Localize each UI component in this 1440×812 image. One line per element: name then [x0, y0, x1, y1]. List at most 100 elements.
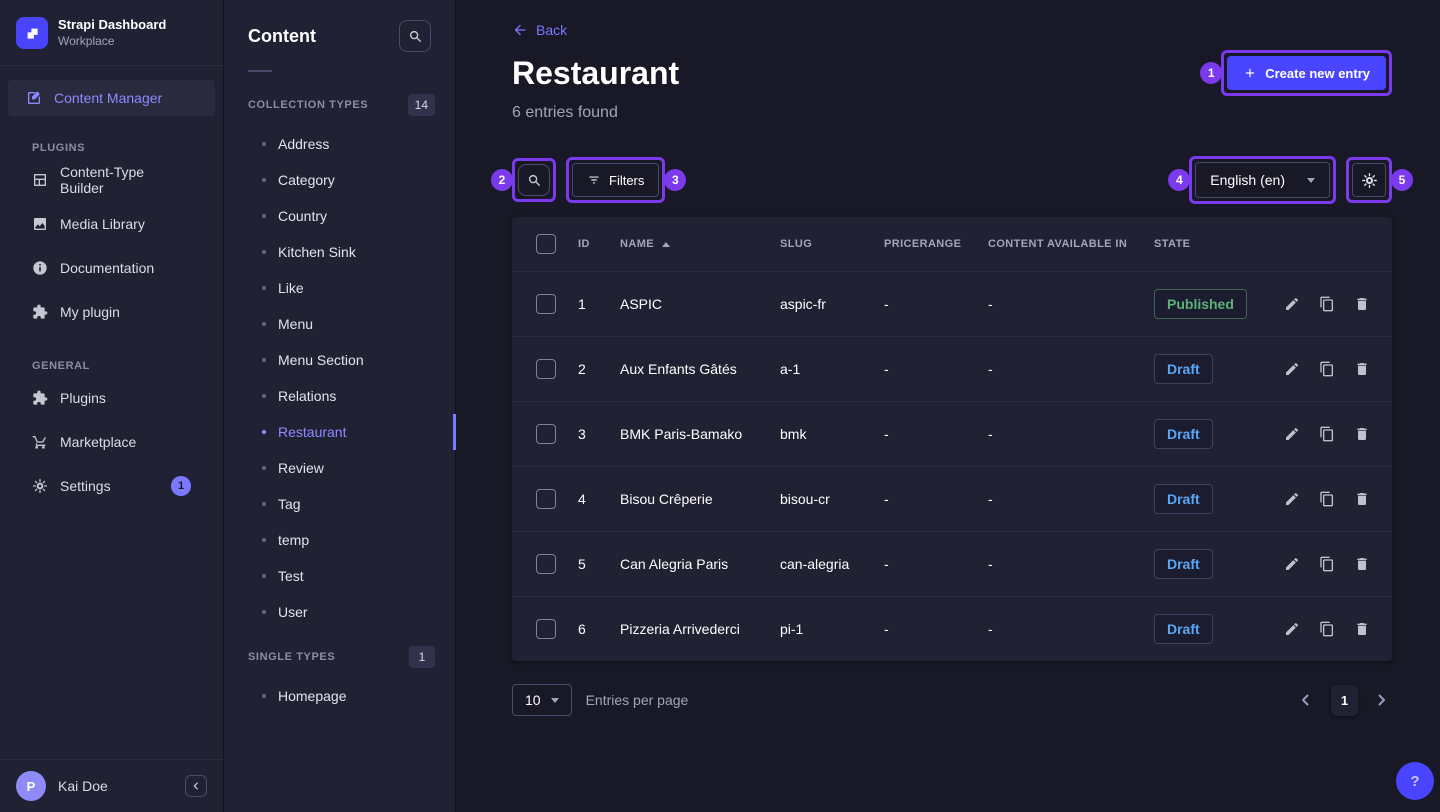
sidebar-item-my-plugin[interactable]: My plugin	[0, 290, 223, 334]
edit-button[interactable]	[1284, 361, 1300, 377]
column-header-slug[interactable]: SLUG	[780, 238, 884, 250]
bullet-icon	[262, 538, 266, 542]
single-types-header: SINGLE TYPES 1	[224, 646, 455, 668]
row-checkbox[interactable]	[536, 554, 556, 574]
subnav-item-like[interactable]: Like	[224, 270, 455, 306]
row-select-cell	[512, 489, 578, 509]
subnav-item-address[interactable]: Address	[224, 126, 455, 162]
duplicate-button[interactable]	[1319, 426, 1335, 442]
row-checkbox[interactable]	[536, 359, 556, 379]
subnav-item-relations[interactable]: Relations	[224, 378, 455, 414]
pencil-icon	[1284, 621, 1300, 637]
subnav-item-country[interactable]: Country	[224, 198, 455, 234]
collapse-sidebar-button[interactable]	[185, 775, 207, 797]
edit-button[interactable]	[1284, 556, 1300, 572]
row-name: BMK Paris-Bamako	[620, 426, 780, 442]
row-select-cell	[512, 359, 578, 379]
duplicate-button[interactable]	[1319, 361, 1335, 377]
table-row: 4Bisou Crêperiebisou-cr--Draft	[512, 466, 1392, 531]
sidebar-item-plugins[interactable]: Plugins	[0, 376, 223, 420]
subnav-item-review[interactable]: Review	[224, 450, 455, 486]
table-header-row: ID NAME SLUG PRICERANGE CONTENT AVAILABL…	[512, 217, 1392, 271]
column-header-name[interactable]: NAME	[620, 238, 780, 250]
next-page-button[interactable]	[1372, 690, 1392, 710]
single-types-count-badge: 1	[409, 646, 435, 668]
bullet-icon	[262, 322, 266, 326]
row-state-cell: Draft	[1154, 614, 1284, 644]
select-all-checkbox[interactable]	[536, 234, 556, 254]
bullet-icon	[262, 610, 266, 614]
row-checkbox[interactable]	[536, 294, 556, 314]
delete-button[interactable]	[1354, 491, 1370, 507]
subnav-search-button[interactable]	[399, 20, 431, 52]
subnav-item-category[interactable]: Category	[224, 162, 455, 198]
subnav-item-tag[interactable]: Tag	[224, 486, 455, 522]
row-actions-cell	[1284, 361, 1392, 377]
sidebar-item-marketplace[interactable]: Marketplace	[0, 420, 223, 464]
duplicate-button[interactable]	[1319, 491, 1335, 507]
subnav-item-menu-section[interactable]: Menu Section	[224, 342, 455, 378]
sidebar-item-content-type-builder[interactable]: Content-Type Builder	[0, 158, 223, 202]
state-badge: Draft	[1154, 614, 1213, 644]
table-row: 2Aux Enfants Gâtésa-1--Draft	[512, 336, 1392, 401]
copy-icon	[1319, 491, 1335, 507]
page-1-button[interactable]: 1	[1331, 685, 1358, 716]
subnav-item-homepage[interactable]: Homepage	[224, 678, 455, 714]
page-size-select[interactable]: 10	[512, 684, 572, 716]
annotation-badge-3: 3	[664, 169, 686, 191]
row-state-cell: Draft	[1154, 484, 1284, 514]
subnav-item-label: Review	[278, 460, 324, 476]
subnav-item-label: Category	[278, 172, 335, 188]
help-button[interactable]: ?	[1396, 762, 1434, 800]
bullet-icon	[262, 142, 266, 146]
subnav-item-kitchen-sink[interactable]: Kitchen Sink	[224, 234, 455, 270]
filters-button[interactable]: Filters	[572, 163, 659, 197]
copy-icon	[1319, 621, 1335, 637]
duplicate-button[interactable]	[1319, 556, 1335, 572]
column-header-id[interactable]: ID	[578, 238, 620, 250]
delete-button[interactable]	[1354, 621, 1370, 637]
column-header-content-available-in[interactable]: CONTENT AVAILABLE IN	[988, 238, 1154, 250]
row-checkbox[interactable]	[536, 619, 556, 639]
row-id: 1	[578, 296, 620, 312]
search-button[interactable]	[518, 164, 550, 196]
delete-button[interactable]	[1354, 296, 1370, 312]
page-title: Restaurant	[512, 55, 679, 92]
sidebar-item-media-library[interactable]: Media Library	[0, 202, 223, 246]
back-link[interactable]: Back	[512, 22, 582, 38]
delete-button[interactable]	[1354, 361, 1370, 377]
edit-button[interactable]	[1284, 426, 1300, 442]
create-entry-button[interactable]: Create new entry	[1227, 56, 1386, 90]
delete-button[interactable]	[1354, 556, 1370, 572]
edit-button[interactable]	[1284, 621, 1300, 637]
subnav-item-menu[interactable]: Menu	[224, 306, 455, 342]
collection-types-count-badge: 14	[408, 94, 435, 116]
sidebar-item-content-manager[interactable]: Content Manager	[8, 80, 215, 116]
locale-select[interactable]: English (en)	[1195, 162, 1330, 198]
subnav-item-user[interactable]: User	[224, 594, 455, 630]
column-header-state[interactable]: STATE	[1154, 238, 1284, 250]
duplicate-button[interactable]	[1319, 296, 1335, 312]
row-id: 2	[578, 361, 620, 377]
sidebar-item-label: Content Manager	[54, 90, 162, 106]
subnav-item-test[interactable]: Test	[224, 558, 455, 594]
sidebar-item-documentation[interactable]: Documentation	[0, 246, 223, 290]
pencil-icon	[1284, 361, 1300, 377]
arrow-left-icon	[512, 22, 528, 38]
row-actions-cell	[1284, 556, 1392, 572]
edit-button[interactable]	[1284, 296, 1300, 312]
duplicate-button[interactable]	[1319, 621, 1335, 637]
row-checkbox[interactable]	[536, 489, 556, 509]
delete-button[interactable]	[1354, 426, 1370, 442]
row-checkbox[interactable]	[536, 424, 556, 444]
previous-page-button[interactable]	[1297, 690, 1317, 710]
view-settings-button[interactable]	[1352, 163, 1386, 197]
sidebar-item-settings[interactable]: Settings1	[0, 464, 223, 508]
state-badge: Draft	[1154, 484, 1213, 514]
bullet-icon	[262, 574, 266, 578]
subnav-item-temp[interactable]: temp	[224, 522, 455, 558]
row-content-available-in: -	[988, 296, 1154, 312]
edit-button[interactable]	[1284, 491, 1300, 507]
subnav-item-restaurant[interactable]: Restaurant	[224, 414, 455, 450]
column-header-pricerange[interactable]: PRICERANGE	[884, 238, 988, 250]
